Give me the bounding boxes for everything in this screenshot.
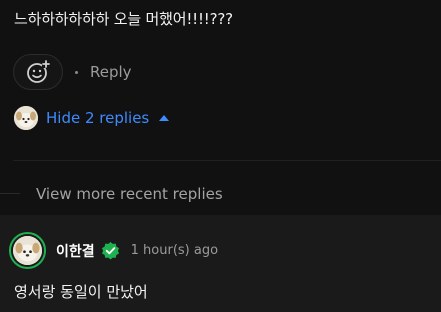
- username[interactable]: 이한결: [56, 241, 95, 261]
- replier-avatar: [14, 106, 38, 130]
- divider: [0, 193, 20, 194]
- reply-text: 영서랑 동일이 만났어: [14, 283, 148, 301]
- divider: [13, 160, 441, 161]
- comment-actions: Reply: [13, 54, 132, 90]
- view-more-replies-button[interactable]: View more recent replies: [36, 185, 223, 203]
- reply-item: 이한결 1 hour(s) ago 영서랑 동일이 만났어: [0, 215, 441, 312]
- separator-dot: [75, 70, 78, 74]
- avatar[interactable]: [9, 232, 46, 269]
- hide-replies-toggle[interactable]: Hide 2 replies: [14, 106, 170, 130]
- add-emoji-icon: [27, 60, 50, 83]
- timestamp: 1 hour(s) ago: [130, 243, 219, 258]
- comment-text: 느하하하하하하 오늘 머했어!!!!???: [14, 10, 233, 28]
- add-reaction-button[interactable]: [13, 54, 63, 90]
- verified-check-icon: [101, 241, 120, 260]
- comment-thread: 느하하하하하하 오늘 머했어!!!!??? Reply Hide 2 repli…: [0, 0, 441, 312]
- hide-replies-label[interactable]: Hide 2 replies: [46, 109, 149, 127]
- reply-header: 이한결 1 hour(s) ago: [9, 232, 218, 269]
- caret-up-icon: [159, 115, 170, 121]
- reply-button[interactable]: Reply: [90, 63, 132, 81]
